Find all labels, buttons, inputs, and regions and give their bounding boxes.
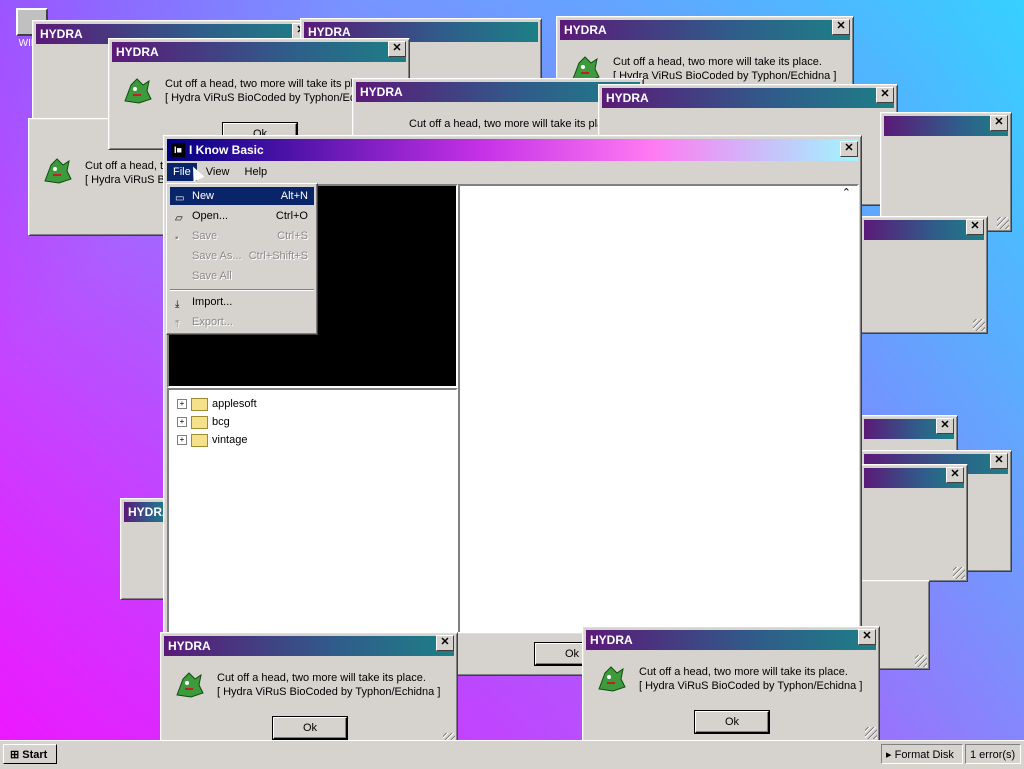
- start-label: Start: [22, 749, 48, 761]
- expand-icon[interactable]: +: [177, 417, 187, 428]
- dialog-title: HYDRA: [564, 23, 607, 37]
- ok-button[interactable]: Ok: [695, 711, 769, 733]
- error-count[interactable]: 1 error(s): [965, 744, 1021, 764]
- hydra-dragon-icon: [121, 75, 153, 107]
- menu-bar: File View Help: [167, 163, 858, 181]
- close-button[interactable]: ✕: [436, 635, 454, 651]
- resize-grip[interactable]: [973, 319, 985, 331]
- chevron-up-icon[interactable]: ⌃: [842, 186, 851, 199]
- close-button[interactable]: ✕: [840, 141, 858, 157]
- tree-item-vintage[interactable]: + vintage: [177, 432, 247, 448]
- close-button[interactable]: ✕: [832, 19, 850, 35]
- dialog-title: HYDRA: [40, 27, 83, 41]
- dialog-title: HYDRA: [116, 45, 159, 59]
- file-menu-dropdown: ▭ New Alt+N ▱ Open... Ctrl+O ▪ Save Ctrl+S Sav…: [166, 183, 318, 335]
- windows-logo-icon: ⊞: [10, 749, 20, 761]
- disk-icon: ▸: [886, 749, 892, 761]
- menu-item-save-as: Save As... Ctrl+Shift+S: [192, 250, 308, 262]
- tree-label: bcg: [212, 416, 230, 428]
- resize-grip[interactable]: [915, 655, 927, 667]
- ok-button[interactable]: Ok: [273, 717, 347, 739]
- folder-icon: [191, 397, 208, 411]
- hydra-dragon-icon: [41, 155, 73, 187]
- tree-label: vintage: [212, 434, 248, 446]
- dialog-title: HYDRA: [590, 633, 633, 647]
- close-button[interactable]: ✕: [990, 453, 1008, 469]
- close-button[interactable]: ✕: [876, 87, 894, 103]
- menu-help[interactable]: Help: [239, 163, 274, 181]
- hydra-dialog[interactable]: ✕: [860, 464, 968, 582]
- resize-grip[interactable]: [953, 567, 965, 579]
- close-button[interactable]: ✕: [990, 115, 1008, 131]
- hydra-dragon-icon: [595, 663, 627, 695]
- title-bar[interactable]: HYDRA: [586, 630, 876, 650]
- menu-item-import[interactable]: ⤓ Import...: [170, 293, 314, 311]
- menu-separator: [170, 289, 314, 291]
- open-folder-icon: ▱: [175, 213, 183, 224]
- menu-item-save: ▪ Save Ctrl+S: [170, 227, 314, 245]
- taskbar: ⊞ Start ▸ Format Disk 1 error(s): [0, 740, 1024, 769]
- folder-icon: [191, 433, 208, 447]
- main-title-bar[interactable]: I■ I Know Basic: [167, 139, 858, 161]
- export-icon: ⤒: [175, 319, 180, 330]
- dialog-title: HYDRA: [168, 639, 211, 653]
- import-icon: ⤓: [175, 299, 180, 310]
- title-bar[interactable]: HYDRA: [164, 636, 454, 656]
- file-tree[interactable]: + applesoft + bcg + vintage: [167, 388, 458, 638]
- start-button[interactable]: ⊞ Start: [3, 744, 57, 764]
- menu-item-export: ⤒ Export...: [170, 313, 314, 331]
- menu-item-new[interactable]: ▭ New Alt+N: [170, 187, 314, 205]
- dialog-title: HYDRA: [606, 91, 649, 105]
- hydra-dialog[interactable]: Ok: [446, 632, 609, 676]
- tree-item-applesoft[interactable]: + applesoft: [177, 396, 257, 412]
- hydra-dialog[interactable]: ✕: [860, 216, 988, 334]
- menu-item-save-all: Save All: [192, 270, 232, 282]
- system-tray: ▸ Format Disk 1 error(s): [881, 744, 1021, 764]
- tree-item-bcg[interactable]: + bcg: [177, 414, 230, 430]
- hydra-dialog[interactable]: ✕: [880, 112, 1012, 232]
- close-button[interactable]: ✕: [858, 629, 876, 645]
- folder-icon: [191, 415, 208, 429]
- new-file-icon: ▭: [175, 193, 185, 204]
- expand-icon[interactable]: +: [177, 399, 187, 410]
- title-bar[interactable]: HYDRA: [602, 88, 894, 108]
- close-button[interactable]: ✕: [388, 41, 406, 57]
- resize-grip[interactable]: [997, 217, 1009, 229]
- save-icon: ▪: [175, 233, 179, 244]
- resize-grip[interactable]: [865, 727, 877, 739]
- dialog-message: Cut off a head, two more will take its p…: [613, 56, 837, 82]
- dialog-title: HYDRA: [308, 25, 351, 39]
- close-button[interactable]: ✕: [936, 418, 954, 434]
- window-title: I Know Basic: [189, 143, 264, 157]
- format-disk-tray-item[interactable]: ▸ Format Disk: [881, 744, 963, 764]
- hydra-dragon-icon: [173, 669, 205, 701]
- hydra-dialog[interactable]: HYDRA ✕ Cut off a head, two more will ta…: [582, 626, 880, 742]
- title-bar[interactable]: HYDRA: [124, 502, 171, 522]
- dialog-message: Cut off a head, two more will take its p…: [409, 118, 618, 130]
- expand-icon[interactable]: +: [177, 435, 187, 446]
- dialog-message: Cut off a head, two more will take its p…: [217, 672, 441, 698]
- code-editor[interactable]: ⌃ ⌄: [458, 184, 859, 638]
- title-bar[interactable]: HYDRA: [112, 42, 406, 62]
- title-bar[interactable]: HYDRA: [560, 20, 850, 40]
- close-button[interactable]: ✕: [946, 467, 964, 483]
- app-icon: I■: [171, 143, 185, 157]
- menu-view[interactable]: View: [200, 163, 236, 181]
- tree-label: applesoft: [212, 398, 257, 410]
- hydra-dialog[interactable]: HYDRA ✕ Cut off a head, two more will ta…: [160, 632, 458, 748]
- dialog-message: Cut off a head, two more will take its p…: [639, 666, 863, 692]
- close-button[interactable]: ✕: [966, 219, 984, 235]
- dialog-title: HYDRA: [360, 85, 403, 99]
- menu-item-open[interactable]: ▱ Open... Ctrl+O: [170, 207, 314, 225]
